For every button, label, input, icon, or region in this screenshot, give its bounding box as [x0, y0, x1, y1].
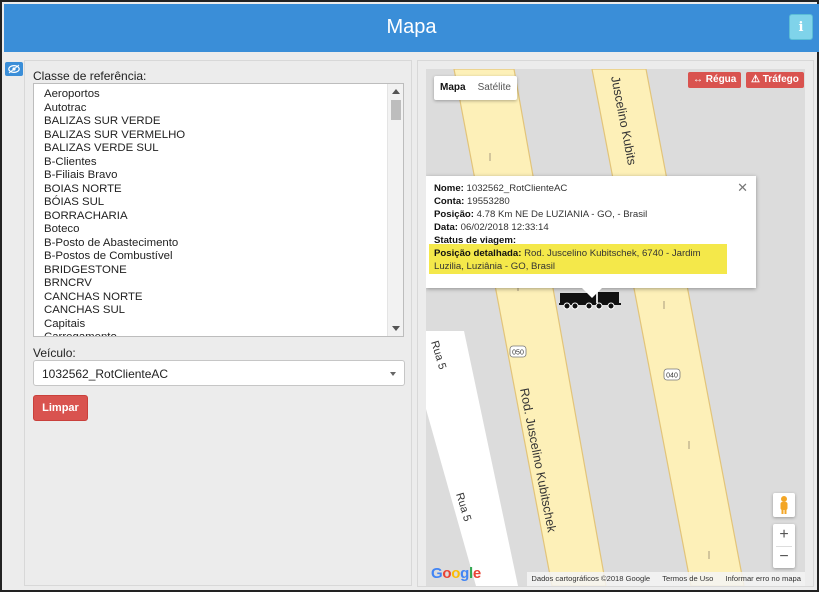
map-attribution: Dados cartográficos ©2018 Google Termos …	[527, 572, 805, 586]
reference-class-item[interactable]: BOIAS NORTE	[44, 183, 403, 197]
main-road-right	[591, 69, 745, 586]
reference-class-item[interactable]: BRIDGESTONE	[44, 264, 403, 278]
popup-name-label: Nome:	[434, 183, 464, 194]
reference-class-item[interactable]: B-Posto de Abastecimento	[44, 237, 403, 251]
popup-position-label: Posição:	[434, 209, 474, 220]
popup-detailed-row-2: Luzilia, Luziânia - GO, Brasil	[434, 261, 555, 272]
popup-position-value: 4.78 Km NE De LUZIANIA - GO, - Brasil	[476, 209, 648, 220]
reference-class-item[interactable]: BRNCRV	[44, 277, 403, 291]
reference-class-item[interactable]: B-Postos de Combustível	[44, 250, 403, 264]
google-logo[interactable]: Google	[431, 565, 481, 582]
popup-trip-status-row: Status de viagem:	[434, 235, 516, 246]
popup-position-row: Posição: 4.78 Km NE De LUZIANIA - GO, - …	[434, 209, 647, 220]
popup-name-row: Nome: 1032562_RotClienteAC	[434, 183, 567, 194]
reference-class-item[interactable]: Aeroportos	[44, 88, 403, 102]
terms-of-use-link[interactable]: Termos de Uso	[662, 574, 713, 583]
map-roads: 050 040 Rod. Juscelino Kubitschek Juscel…	[426, 69, 745, 586]
vehicle-info-popup: Nome: 1032562_RotClienteAC Conta: 195532…	[426, 176, 756, 298]
ruler-button-label: Régua	[705, 74, 737, 85]
map-type-map-button[interactable]: Mapa	[434, 76, 472, 100]
popup-trip-status-label: Status de viagem:	[434, 235, 517, 246]
popup-account-value: 19553280	[467, 196, 510, 207]
map-data-attribution: Dados cartográficos ©2018 Google	[531, 574, 651, 583]
reference-class-item[interactable]: B-Clientes	[44, 156, 403, 170]
scroll-up-icon[interactable]	[392, 89, 400, 94]
popup-account-label: Conta:	[434, 196, 465, 207]
clear-button[interactable]: Limpar	[33, 395, 88, 421]
close-icon[interactable]: ✕	[737, 180, 748, 196]
filter-panel: Classe de referência: Aeroportos Autotrac…	[24, 60, 412, 586]
map-type-control: Mapa Satélite	[434, 76, 517, 100]
traffic-button-label: Tráfego	[762, 74, 799, 85]
list-scrollbar[interactable]	[387, 84, 403, 336]
vehicle-select[interactable]: 1032562_RotClienteAC	[33, 360, 405, 386]
scroll-thumb[interactable]	[391, 100, 401, 120]
app-frame: Mapa i Classe de referência: Aeroportos A…	[0, 0, 819, 592]
reference-class-item[interactable]: Boteco	[44, 223, 403, 237]
popup-detailed-value-line1: Rod. Juscelino Kubitschek, 6740 - Jardim	[524, 248, 701, 259]
reference-class-item[interactable]: BALIZAS SUR VERDE	[44, 115, 403, 129]
reference-class-item[interactable]: BALIZAS SUR VERMELHO	[44, 129, 403, 143]
reference-class-item[interactable]: Autotrac	[44, 102, 403, 116]
traffic-button[interactable]: ⚠ Tráfego	[746, 72, 804, 88]
reference-class-item[interactable]: Capitais	[44, 318, 403, 332]
map-canvas[interactable]: 050 040 Rod. Juscelino Kubitschek Juscel…	[426, 69, 805, 586]
popup-date-label: Data:	[434, 222, 458, 233]
zoom-out-button[interactable]: −	[773, 546, 795, 568]
map-panel: 050 040 Rod. Juscelino Kubitschek Juscel…	[417, 60, 814, 587]
traffic-warning-icon: ⚠	[751, 74, 760, 85]
reference-class-label: Classe de referência:	[33, 69, 147, 83]
reference-class-items: Aeroportos Autotrac BALIZAS SUR VERDE BALIZ…	[34, 84, 403, 336]
street-view-pegman-icon[interactable]	[773, 493, 795, 517]
popup-account-row: Conta: 19553280	[434, 196, 510, 207]
map-type-satellite-button[interactable]: Satélite	[472, 76, 517, 100]
popup-tail	[582, 288, 602, 298]
reference-class-item[interactable]: CANCHAS NORTE	[44, 291, 403, 305]
vehicle-select-value: 1032562_RotClienteAC	[42, 367, 169, 381]
info-icon[interactable]: i	[789, 14, 813, 40]
reference-class-list[interactable]: Aeroportos Autotrac BALIZAS SUR VERDE BALIZ…	[33, 83, 404, 337]
reference-class-item[interactable]: BALIZAS VERDE SUL	[44, 142, 403, 156]
ruler-icon: ↔	[693, 74, 703, 85]
reference-class-item[interactable]: BÓIAS SUL	[44, 196, 403, 210]
page-title: Mapa	[386, 16, 437, 38]
popup-date-row: Data: 06/02/2018 12:33:14	[434, 222, 549, 233]
road-shield-050-label: 050	[512, 350, 524, 357]
reference-class-item[interactable]: Carregamento	[44, 331, 403, 336]
chevron-down-icon	[390, 372, 396, 376]
zoom-in-button[interactable]: +	[773, 524, 795, 546]
reference-class-item[interactable]: B-Filiais Bravo	[44, 169, 403, 183]
popup-name-value: 1032562_RotClienteAC	[466, 183, 568, 194]
popup-detailed-value-line2: Luzilia, Luziânia - GO, Brasil	[434, 261, 556, 272]
scroll-down-icon[interactable]	[392, 326, 400, 331]
road-shield-040-label: 040	[666, 373, 678, 380]
popup-date-value: 06/02/2018 12:33:14	[460, 222, 549, 233]
ruler-button[interactable]: ↔ Régua	[688, 72, 742, 88]
reference-class-item[interactable]: CANCHAS SUL	[44, 304, 403, 318]
zoom-divider	[776, 546, 792, 547]
report-error-link[interactable]: Informar erro no mapa	[725, 574, 801, 583]
zoom-control: + −	[773, 524, 795, 568]
popup-detailed-row: Posição detalhada: Rod. Juscelino Kubits…	[434, 248, 701, 259]
header-bar: Mapa i	[4, 4, 819, 52]
eye-icon[interactable]	[5, 62, 23, 76]
reference-class-item[interactable]: BORRACHARIA	[44, 210, 403, 224]
vehicle-label: Veículo:	[33, 346, 76, 360]
popup-detailed-label: Posição detalhada:	[434, 248, 522, 259]
